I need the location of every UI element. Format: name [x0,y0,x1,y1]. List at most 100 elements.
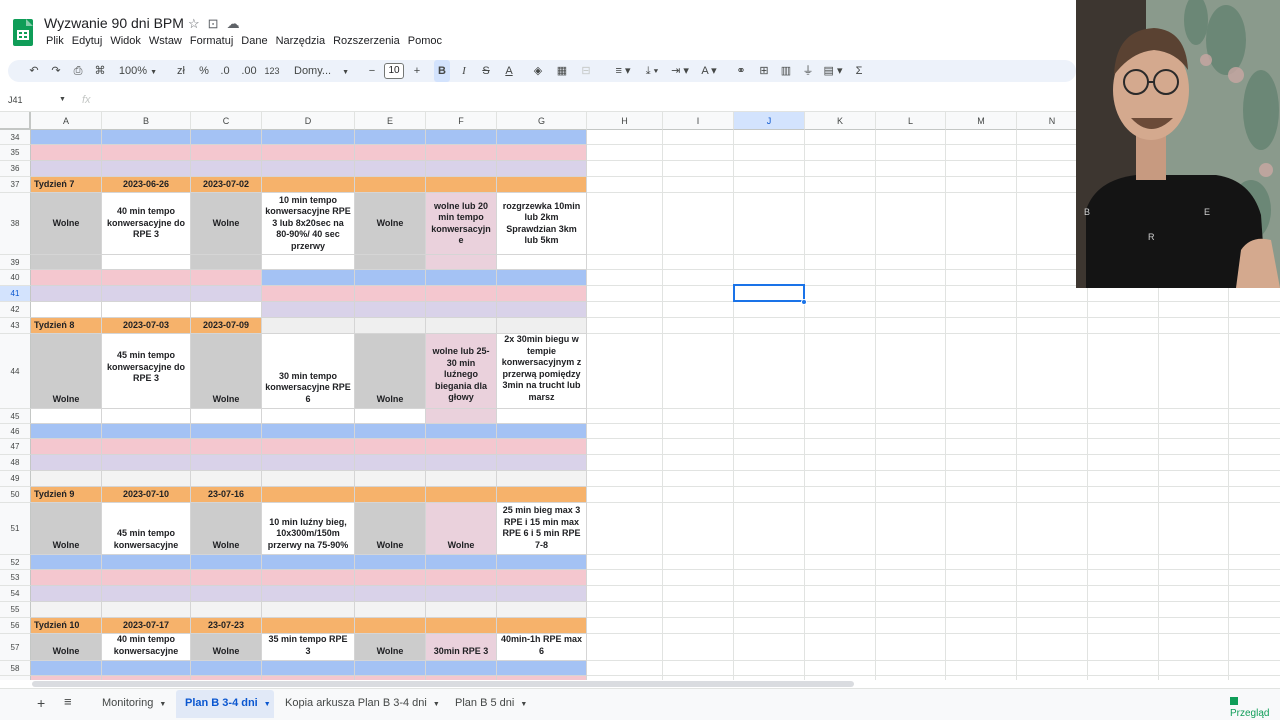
column-header[interactable]: F [426,112,497,130]
decrease-decimal-button[interactable]: .0 [217,60,233,82]
name-box[interactable]: J41 [8,95,23,105]
row-header[interactable]: 42 [0,302,31,318]
table-cell[interactable] [426,318,497,334]
horizontal-scrollbar[interactable] [32,681,854,687]
row-header[interactable]: 53 [0,570,31,586]
text-color-icon[interactable]: A [502,60,516,82]
table-cell[interactable] [102,302,191,318]
column-header[interactable]: G [497,112,587,130]
strikethrough-icon[interactable]: S [479,60,493,82]
paint-format-icon[interactable]: ⌘ [93,60,107,82]
table-cell[interactable] [262,487,355,503]
menu-item[interactable]: Rozszerzenia [329,35,404,47]
table-cell[interactable]: 2x 30min biegu w tempie konwersacyjnym z… [497,334,587,409]
table-cell[interactable]: 10 min tempo konwersacyjne RPE 3 lub 8x2… [262,193,355,255]
table-cell[interactable] [31,661,102,676]
table-cell[interactable]: wolne lub 25-30 min luźnego biegania dla… [426,334,497,409]
table-cell[interactable] [262,302,355,318]
table-cell[interactable] [497,439,587,455]
star-icon[interactable]: ☆ [188,16,200,32]
table-cell[interactable] [426,145,497,161]
table-cell[interactable] [355,318,426,334]
row-header[interactable]: 38 [0,193,31,255]
table-cell[interactable] [191,130,262,145]
column-header[interactable]: K [805,112,876,130]
table-cell[interactable] [31,676,102,680]
table-cell[interactable] [102,439,191,455]
table-cell[interactable] [191,409,262,424]
table-cell[interactable] [31,586,102,602]
table-cell[interactable] [31,286,102,302]
table-cell[interactable] [31,270,102,286]
table-cell[interactable] [426,555,497,570]
table-cell[interactable]: wolne lub 20 min tempo konwersacyjn e [426,193,497,255]
functions-icon[interactable]: Σ [852,60,866,82]
column-header[interactable]: A [31,112,102,130]
table-cell[interactable] [102,570,191,586]
filter-views-icon[interactable]: ▤ ▾ [821,60,845,82]
table-cell[interactable] [355,130,426,145]
row-header[interactable]: 45 [0,409,31,424]
table-cell[interactable]: Wolne [31,503,102,555]
column-header[interactable]: M [946,112,1017,130]
fill-color-icon[interactable]: ◈ [530,60,546,82]
document-title[interactable]: Wyzwanie 90 dni BPM [44,15,184,31]
table-cell[interactable] [31,161,102,177]
menu-item[interactable]: Wstaw [145,35,186,47]
table-cell[interactable] [355,424,426,439]
table-cell[interactable] [262,145,355,161]
row-header[interactable]: 52 [0,555,31,570]
percent-button[interactable]: % [197,60,211,82]
table-cell[interactable]: Tydzień 7 [31,177,102,193]
column-header[interactable]: L [876,112,946,130]
table-cell[interactable]: 35 min tempo RPE 3 [262,634,355,661]
table-cell[interactable] [355,255,426,270]
table-cell[interactable]: 40 min tempo konwersacyjne [102,634,191,661]
table-cell[interactable] [355,676,426,680]
font-select[interactable]: Domy... ▼ [294,60,354,82]
explore-button[interactable]: Przegląd [1230,697,1280,719]
table-cell[interactable] [31,555,102,570]
table-cell[interactable] [355,286,426,302]
vertical-align-icon[interactable]: ⤓ ▾ [641,60,663,82]
table-cell[interactable] [497,570,587,586]
table-cell[interactable] [191,302,262,318]
select-all-corner[interactable] [0,112,31,130]
table-cell[interactable] [426,455,497,471]
chevron-down-icon[interactable]: ▼ [159,701,166,708]
table-cell[interactable] [262,130,355,145]
currency-button[interactable]: zł [174,60,188,82]
table-cell[interactable]: 2023-07-10 [102,487,191,503]
table-cell[interactable] [262,455,355,471]
menu-item[interactable]: Dane [237,35,271,47]
table-cell[interactable] [497,487,587,503]
table-cell[interactable] [355,177,426,193]
table-cell[interactable]: Wolne [31,334,102,409]
table-cell[interactable] [102,255,191,270]
row-header[interactable]: 58 [0,661,31,676]
fill-handle[interactable] [801,299,807,305]
row-header[interactable]: 57 [0,634,31,661]
table-cell[interactable] [102,602,191,618]
table-cell[interactable] [31,145,102,161]
table-cell[interactable] [191,586,262,602]
table-cell[interactable] [426,618,497,634]
table-cell[interactable] [191,439,262,455]
table-cell[interactable] [31,471,102,487]
move-folder-icon[interactable]: ⊡ [208,16,219,32]
row-header[interactable]: 49 [0,471,31,487]
row-header[interactable]: 37 [0,177,31,193]
table-cell[interactable] [31,455,102,471]
table-cell[interactable]: 23-07-23 [191,618,262,634]
table-cell[interactable]: Wolne [31,193,102,255]
table-cell[interactable] [497,555,587,570]
insert-comment-icon[interactable]: ⊞ [756,60,772,82]
row-header[interactable]: 51 [0,503,31,555]
column-header[interactable]: J [734,112,805,130]
table-cell[interactable] [262,177,355,193]
table-cell[interactable] [191,602,262,618]
table-cell[interactable] [262,270,355,286]
table-cell[interactable] [497,618,587,634]
table-cell[interactable] [355,570,426,586]
table-cell[interactable] [31,602,102,618]
